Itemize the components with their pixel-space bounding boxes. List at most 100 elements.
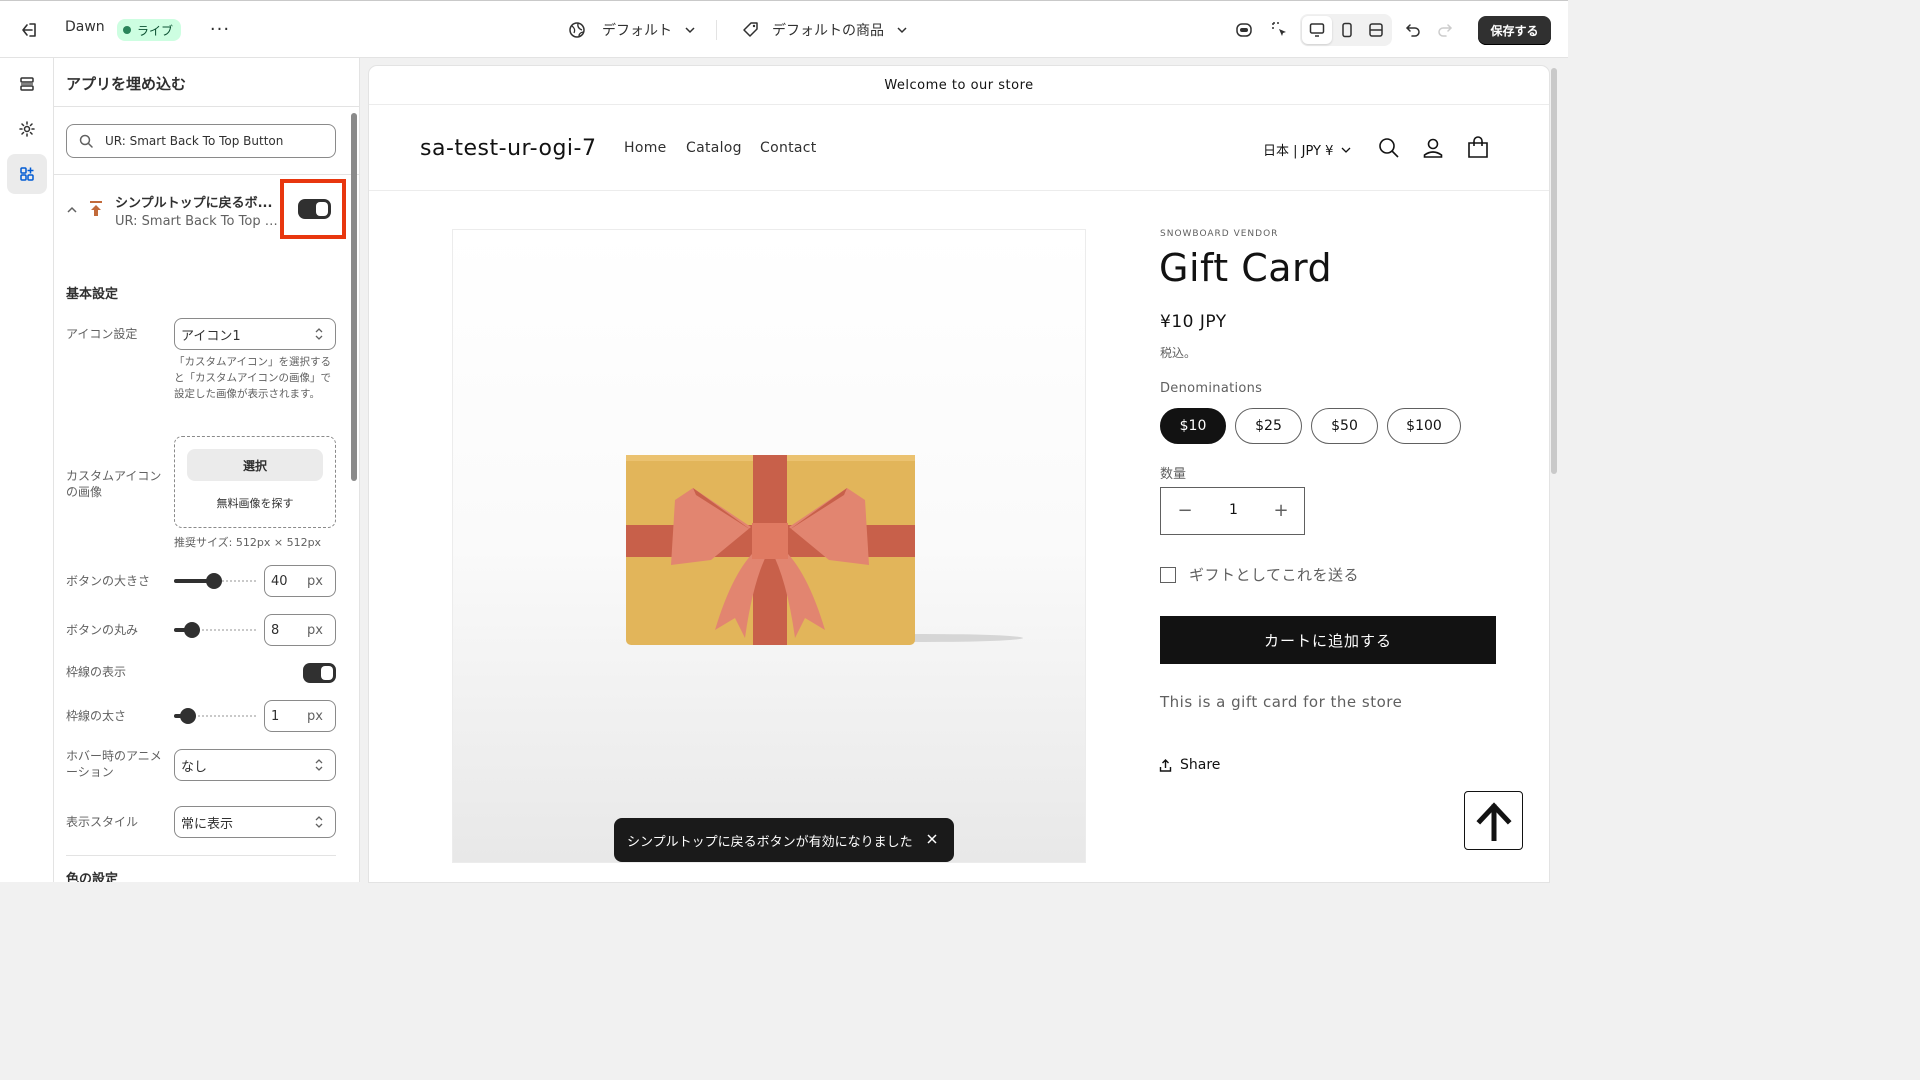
select-arrows-icon [315,816,323,828]
arrow-up-icon [1475,801,1512,841]
hover-animation-value: なし [181,759,208,775]
sections-nav-button[interactable] [7,64,47,104]
icon-setting-label: アイコン設定 [66,327,138,341]
search-icon [79,134,93,148]
mobile-icon[interactable] [1339,22,1355,42]
account-icon[interactable] [1421,136,1445,160]
highlight-box [280,179,346,239]
tax-note: 税込。 [1160,346,1197,360]
quantity-increase-button[interactable]: + [1269,500,1293,521]
icon-setting-select[interactable]: アイコン1 [174,318,336,350]
select-arrows-icon [315,328,323,340]
gift-card-image [626,455,1023,645]
free-images-link[interactable]: 無料画像を探す [175,495,335,511]
icon-setting-help: 「カスタムアイコン」を選択すると「カスタムアイコンの画像」で設定した画像が表示さ… [174,356,331,400]
nav-link-catalog[interactable]: Catalog [686,140,742,156]
apps-icon [20,167,34,181]
hover-animation-select[interactable]: なし [174,749,336,781]
chevron-down-icon [685,27,695,34]
select-image-button[interactable]: 選択 [187,449,323,481]
sections-icon [20,77,34,91]
undo-icon[interactable] [1400,17,1426,43]
chevron-up-icon[interactable] [66,204,78,216]
inspector-icon[interactable] [1267,17,1293,43]
option-label: Denominations [1160,381,1263,396]
quantity-stepper: − 1 + [1160,487,1305,535]
close-icon[interactable] [924,831,940,847]
desktop-icon[interactable] [1309,22,1325,42]
panel-title: アプリを埋め込む [66,75,187,93]
gear-icon [19,121,35,137]
border-width-label: 枠線の太さ [66,709,127,723]
unit-label: px [307,623,323,638]
unit-label: px [307,709,323,724]
more-actions-button[interactable]: ··· [208,17,232,41]
add-to-cart-button[interactable]: カートに追加する [1160,616,1496,664]
denomination-pill[interactable]: $50 [1311,408,1378,444]
search-input[interactable] [105,134,325,148]
button-radius-input[interactable]: 8 px [264,614,336,646]
live-badge: ライブ [117,19,182,41]
quantity-label: 数量 [1160,467,1187,482]
display-style-value: 常に表示 [181,816,234,832]
gift-checkbox[interactable] [1160,567,1176,583]
denomination-pill[interactable]: $10 [1160,408,1226,444]
search-field[interactable] [66,124,336,158]
redo-icon[interactable] [1432,17,1458,43]
live-badge-label: ライブ [137,23,174,38]
share-icon [1159,758,1172,772]
store-name[interactable]: sa-test-ur-ogi-7 [420,136,596,161]
ai-assistant-icon[interactable] [1231,17,1257,43]
denomination-pill[interactable]: $25 [1235,408,1302,444]
border-width-value: 1 [271,708,280,724]
button-size-input[interactable]: 40 px [264,565,336,597]
app-embeds-nav-button[interactable] [7,154,47,194]
preview-scrollbar[interactable] [1551,68,1557,474]
slider-thumb[interactable] [206,573,222,589]
product-price: ¥10 JPY [1160,312,1227,332]
section-title-basic: 基本設定 [66,287,119,302]
nav-link-home[interactable]: Home [624,140,667,156]
context-selector-default[interactable]: デフォルト [568,18,696,42]
exit-icon[interactable] [18,19,40,41]
panel-scrollbar[interactable] [351,113,357,481]
button-radius-slider[interactable] [174,622,256,638]
button-size-label: ボタンの大きさ [66,574,151,588]
divider [66,855,336,856]
recommended-size-note: 推奨サイズ: 512px × 512px [174,536,322,549]
announcement-bar: Welcome to our store [369,66,1549,105]
button-radius-label: ボタンの丸み [66,623,139,637]
tag-icon [743,22,758,37]
search-icon[interactable] [1377,136,1401,160]
full-width-icon[interactable] [1368,22,1384,42]
gift-checkbox-label[interactable]: ギフトとしてこれを送る [1189,564,1359,585]
context-selector-product[interactable]: デフォルトの商品 [742,18,908,42]
cart-icon[interactable] [1466,136,1490,160]
custom-icon-label: カスタムアイコンの画像 [66,469,162,499]
product-description: This is a gift card for the store [1160,693,1403,711]
button-radius-value: 8 [271,622,280,638]
product-image[interactable] [452,229,1086,863]
share-button[interactable]: Share [1159,757,1220,773]
slider-thumb[interactable] [184,622,200,638]
image-dropzone[interactable]: 選択 無料画像を探す [174,436,336,528]
theme-settings-nav-button[interactable] [7,109,47,149]
slider-thumb[interactable] [180,708,196,724]
button-size-slider[interactable] [174,573,256,589]
chevron-down-icon [1341,147,1351,153]
back-to-top-button[interactable] [1464,791,1523,850]
top-bar: Dawn ライブ ··· デフォルト デフォルトの商品 保存する [0,0,1568,58]
nav-link-contact[interactable]: Contact [760,140,817,156]
border-width-slider[interactable] [174,708,256,724]
border-width-input[interactable]: 1 px [264,700,336,732]
currency-selector[interactable]: 日本 | JPY ¥ [1263,140,1351,159]
section-title-color: 色の設定 [66,872,119,882]
left-rail [0,58,54,882]
storefront-preview: Welcome to our store sa-test-ur-ogi-7 Ho… [369,66,1549,882]
context-default-label: デフォルト [602,23,672,39]
save-button[interactable]: 保存する [1478,16,1551,45]
denomination-pill[interactable]: $100 [1387,408,1461,444]
theme-name: Dawn [65,19,105,35]
display-style-select[interactable]: 常に表示 [174,806,336,838]
border-show-toggle[interactable] [303,663,336,683]
